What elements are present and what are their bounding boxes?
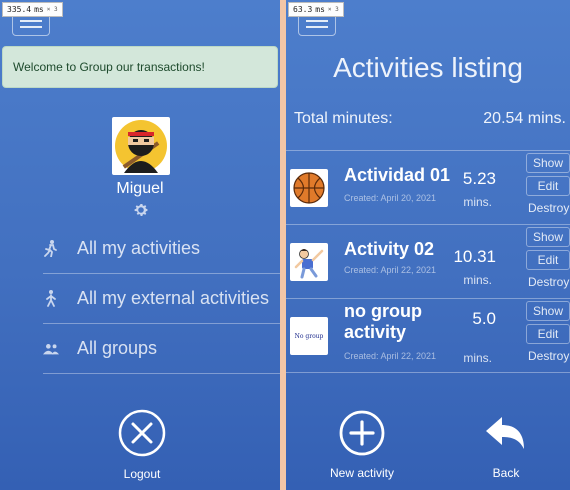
- back-button[interactable]: Back: [482, 409, 530, 480]
- show-button[interactable]: Show: [526, 227, 570, 247]
- render-time-badge: 335.4 ms × 3: [2, 2, 63, 17]
- menu-item-external-activities[interactable]: All my external activities: [43, 274, 280, 324]
- activity-name[interactable]: no group activity: [344, 301, 454, 343]
- avatar: [112, 117, 170, 175]
- row-actions: Show Edit Destroy: [526, 227, 570, 293]
- logout-button[interactable]: Logout: [116, 409, 168, 481]
- row-actions: Show Edit Destroy: [526, 153, 570, 219]
- render-time-value: 63.3: [293, 5, 313, 14]
- activity-created: Created: April 22, 2021: [344, 265, 437, 275]
- hamburger-icon-line: [20, 26, 42, 28]
- render-time-badge: 63.3 ms × 3: [288, 2, 344, 17]
- render-time-unit: ms: [34, 5, 44, 14]
- activity-created: Created: April 22, 2021: [344, 351, 437, 361]
- ninja-avatar-icon: [115, 120, 167, 173]
- profile-screen: 335.4 ms × 3 Welcome to Group our transa…: [0, 0, 280, 490]
- menu-item-label: All my external activities: [77, 288, 270, 308]
- hamburger-icon: [306, 20, 328, 22]
- person-walk-icon: [43, 240, 59, 258]
- user-name: Miguel: [116, 180, 164, 197]
- no-group-thumb-text: No group: [294, 332, 324, 340]
- menu-item-label: All my activities: [77, 238, 201, 258]
- close-circle-icon: [118, 409, 166, 457]
- new-activity-label: New activity: [329, 466, 394, 480]
- activity-row: Activity 02 Created: April 22, 2021 10.3…: [286, 225, 570, 299]
- total-minutes-value: 20.54 mins.: [483, 110, 566, 127]
- person-walk-icon: [43, 290, 59, 308]
- total-minutes: Total minutes: 20.54 mins.: [294, 110, 566, 128]
- activity-name[interactable]: Actividad 01: [344, 165, 454, 186]
- destroy-button[interactable]: Destroy: [526, 347, 570, 367]
- activity-name[interactable]: Activity 02: [344, 239, 454, 260]
- edit-button[interactable]: Edit: [526, 250, 570, 270]
- activity-minutes-unit: mins.: [463, 351, 492, 365]
- activity-minutes: 5.23: [462, 169, 496, 188]
- edit-button[interactable]: Edit: [526, 324, 570, 344]
- activities-screen: 63.3 ms × 3 Activities listing Total min…: [286, 0, 570, 490]
- render-time-value: 335.4: [7, 5, 32, 14]
- activity-row: Actividad 01 Created: April 20, 2021 5.2…: [286, 151, 570, 225]
- activity-row: No group no group activity Created: Apri…: [286, 299, 570, 373]
- render-time-unit: ms: [315, 5, 325, 14]
- menu-item-all-groups[interactable]: All groups: [43, 324, 280, 374]
- row-actions: Show Edit Destroy: [526, 301, 570, 367]
- reply-arrow-icon: [486, 417, 524, 449]
- page-title: Activities listing: [333, 52, 523, 83]
- flash-notice: Welcome to Group our transactions!: [2, 46, 278, 88]
- activity-list: Actividad 01 Created: April 20, 2021 5.2…: [286, 150, 570, 373]
- back-label: Back: [492, 466, 520, 480]
- destroy-button[interactable]: Destroy: [526, 199, 570, 219]
- basketball-icon: [290, 169, 328, 207]
- new-activity-button[interactable]: New activity: [322, 409, 402, 480]
- destroy-button[interactable]: Destroy: [526, 273, 570, 293]
- total-minutes-label: Total minutes:: [294, 110, 393, 127]
- hamburger-icon: [20, 20, 42, 22]
- render-time-multiplier: × 3: [46, 6, 58, 13]
- activity-minutes-unit: mins.: [463, 195, 492, 209]
- show-button[interactable]: Show: [526, 153, 570, 173]
- activity-minutes: 5.0: [472, 309, 496, 328]
- menu-item-all-activities[interactable]: All my activities: [43, 224, 280, 274]
- activity-created: Created: April 20, 2021: [344, 193, 437, 203]
- gear-icon[interactable]: [133, 202, 149, 218]
- logout-label: Logout: [123, 467, 161, 481]
- hamburger-icon-line: [306, 26, 328, 28]
- render-time-multiplier: × 3: [327, 6, 339, 13]
- no-group-thumb: No group: [290, 317, 328, 355]
- edit-button[interactable]: Edit: [526, 176, 570, 196]
- activity-minutes: 10.31: [453, 247, 496, 266]
- plus-circle-icon: [339, 410, 385, 456]
- menu-item-label: All groups: [77, 338, 158, 358]
- group-icon: [43, 340, 59, 358]
- show-button[interactable]: Show: [526, 301, 570, 321]
- stretching-icon: [290, 243, 328, 281]
- activity-minutes-unit: mins.: [463, 273, 492, 287]
- profile-menu: All my activities All my external activi…: [43, 224, 280, 374]
